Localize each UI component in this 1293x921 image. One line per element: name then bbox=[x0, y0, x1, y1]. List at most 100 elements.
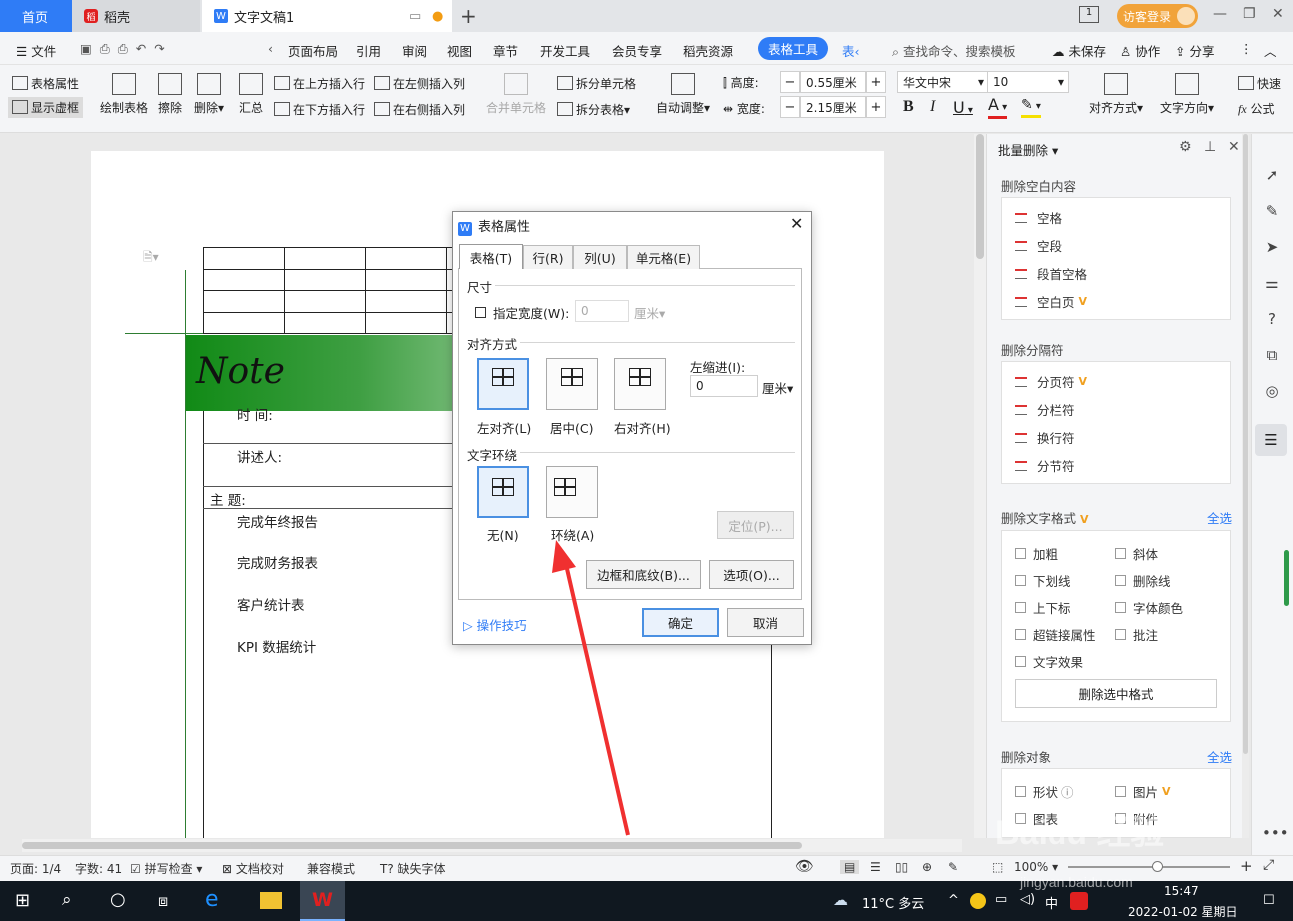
position-button[interactable]: 定位(P)... bbox=[717, 511, 794, 539]
restore-button[interactable]: ❐ bbox=[1243, 6, 1256, 22]
delete-page-break-item[interactable]: 分页符 V bbox=[1015, 372, 1087, 391]
format-script-checkbox[interactable]: 上下标 bbox=[1015, 598, 1071, 617]
dialog-close-icon[interactable]: ✕ bbox=[790, 214, 803, 233]
align-center-label[interactable]: 居中(C) bbox=[550, 418, 593, 437]
wrap-none-label[interactable]: 无(N) bbox=[487, 525, 519, 544]
delete-column-break-item[interactable]: 分栏符 bbox=[1015, 400, 1075, 419]
checkbox[interactable] bbox=[1015, 602, 1026, 613]
checkbox[interactable] bbox=[1115, 629, 1126, 640]
windows-start-icon[interactable]: ⊞ bbox=[15, 890, 30, 911]
auto-adjust-button[interactable]: 自动调整▾ bbox=[656, 73, 710, 116]
show-grid-button[interactable]: 显示虚框 bbox=[8, 97, 84, 118]
menu-review[interactable]: 审阅 bbox=[402, 41, 427, 60]
align-left-label[interactable]: 左对齐(L) bbox=[477, 418, 531, 437]
notification-icon[interactable]: ☐ bbox=[1263, 893, 1275, 908]
word-count[interactable]: 字数: 41 bbox=[75, 860, 122, 877]
panel-title-dropdown[interactable]: 批量删除 ▾ bbox=[998, 140, 1058, 159]
font-color-button[interactable]: A ▾ bbox=[988, 97, 1008, 119]
split-cells-button[interactable]: 拆分单元格 bbox=[557, 75, 636, 92]
weather-text[interactable]: 11°C 多云 bbox=[862, 893, 924, 912]
menu-references[interactable]: 引用 bbox=[356, 41, 381, 60]
network-icon[interactable]: ▭ bbox=[995, 892, 1007, 907]
task-view-icon[interactable]: ⧈ bbox=[158, 891, 168, 911]
screen-icon[interactable]: ▭ bbox=[409, 9, 421, 24]
tab-column[interactable]: 列(U) bbox=[573, 245, 627, 269]
share-button[interactable]: ⇪ 分享 bbox=[1175, 41, 1214, 60]
merge-cells-button[interactable]: 合并单元格 bbox=[486, 73, 546, 116]
align-button[interactable]: 对齐方式▾ bbox=[1089, 73, 1143, 116]
tray-app-icon[interactable] bbox=[970, 893, 986, 909]
menu-dev-tools[interactable]: 开发工具 bbox=[540, 41, 590, 60]
format-select-all[interactable]: 全选 bbox=[1207, 508, 1232, 527]
tray-expand-icon[interactable]: ^ bbox=[948, 893, 959, 908]
tips-link[interactable]: ▷ 操作技巧 bbox=[463, 615, 527, 634]
page-view-icon[interactable]: ▤ bbox=[840, 860, 860, 874]
tab-daoke[interactable]: 稻稻壳 bbox=[72, 0, 200, 32]
fit-page-icon[interactable]: ⬚ bbox=[992, 860, 1003, 874]
settings-icon[interactable]: ⚙ bbox=[1179, 139, 1192, 155]
checkbox[interactable] bbox=[1115, 575, 1126, 586]
new-tab-button[interactable]: + bbox=[460, 4, 477, 28]
delete-leading-space-item[interactable]: 段首空格 bbox=[1015, 264, 1087, 283]
zoom-in-button[interactable]: + bbox=[1240, 857, 1253, 875]
more-dots-icon[interactable]: ••• bbox=[1262, 824, 1289, 844]
tab-cell[interactable]: 单元格(E) bbox=[627, 245, 700, 269]
search-icon[interactable]: ⌕ bbox=[62, 890, 72, 910]
rocket-icon[interactable]: ➚ bbox=[1262, 166, 1282, 186]
checkbox[interactable] bbox=[1015, 786, 1026, 797]
checkbox[interactable] bbox=[1015, 629, 1026, 640]
highlight-button[interactable]: ✎ ▾ bbox=[1021, 97, 1041, 118]
clock-date[interactable]: 2022-01-02 星期日 bbox=[1128, 903, 1238, 920]
specify-width-box[interactable] bbox=[475, 307, 486, 318]
delete-empty-para-item[interactable]: 空段 bbox=[1015, 236, 1062, 255]
minimize-button[interactable]: — bbox=[1213, 6, 1227, 22]
wrap-around-option[interactable] bbox=[546, 466, 598, 518]
format-italic-checkbox[interactable]: 斜体 bbox=[1115, 544, 1158, 563]
checkbox[interactable] bbox=[1115, 602, 1126, 613]
scroll-left-icon[interactable]: ‹ bbox=[268, 41, 273, 56]
menu-member[interactable]: 会员专享 bbox=[612, 41, 662, 60]
sidebar-scroll-indicator[interactable] bbox=[1284, 550, 1289, 606]
vertical-scrollbar[interactable] bbox=[974, 134, 986, 838]
ime-indicator[interactable]: 中 bbox=[1045, 893, 1058, 912]
font-size-select[interactable]: 10 ▾ bbox=[987, 71, 1069, 93]
tab-table[interactable]: 表格(T) bbox=[459, 244, 523, 269]
zoom-slider[interactable] bbox=[1068, 866, 1230, 868]
collapse-ribbon-icon[interactable]: ︿ bbox=[1264, 41, 1277, 60]
font-select[interactable]: 华文中宋 ▾ bbox=[897, 71, 989, 93]
tab-row[interactable]: 行(R) bbox=[523, 245, 573, 269]
pen-icon[interactable]: ✎ bbox=[1262, 202, 1282, 222]
object-shape-checkbox[interactable]: 形状 ⓘ bbox=[1015, 782, 1074, 801]
reading-view-icon[interactable]: ▯▯ bbox=[895, 860, 908, 874]
missing-font-button[interactable]: T? 缺失字体 bbox=[380, 860, 446, 877]
text-direction-button[interactable]: 文字方向▾ bbox=[1160, 73, 1214, 116]
wps-taskbar-button[interactable]: W bbox=[300, 881, 345, 921]
weather-icon[interactable]: ☁ bbox=[833, 891, 848, 909]
collab-button[interactable]: ♙ 协作 bbox=[1120, 41, 1160, 60]
translate-icon[interactable]: ⧉ bbox=[1262, 346, 1282, 366]
menu-table-style[interactable]: 表‹ bbox=[842, 41, 860, 60]
panel-scroll-thumb[interactable] bbox=[1243, 134, 1248, 754]
explorer-icon[interactable] bbox=[260, 892, 282, 909]
delete-spaces-item[interactable]: 空格 bbox=[1015, 208, 1062, 227]
format-color-checkbox[interactable]: 字体颜色 bbox=[1115, 598, 1183, 617]
delete-blank-page-item[interactable]: 空白页 V bbox=[1015, 292, 1087, 311]
height-decrease-button[interactable]: − bbox=[780, 71, 800, 93]
vertical-scroll-thumb[interactable] bbox=[976, 134, 984, 259]
format-effect-checkbox[interactable]: 文字效果 bbox=[1015, 652, 1083, 671]
delete-button[interactable]: 删除▾ bbox=[194, 73, 224, 116]
horizontal-scrollbar[interactable] bbox=[22, 839, 962, 852]
panel-close-icon[interactable]: ✕ bbox=[1228, 139, 1240, 155]
align-right-label[interactable]: 右对齐(H) bbox=[614, 418, 671, 437]
insert-col-left-button[interactable]: 在左侧插入列 bbox=[374, 75, 465, 92]
paragraph-handle-icon[interactable]: 🗎▾ bbox=[143, 248, 159, 269]
zoom-level[interactable]: 100% ▾ bbox=[1014, 860, 1058, 874]
visitor-login-button[interactable]: 访客登录 bbox=[1117, 4, 1198, 28]
volume-icon[interactable]: ◁) bbox=[1020, 892, 1035, 907]
outline-view-icon[interactable]: ☰ bbox=[870, 860, 881, 874]
format-strike-checkbox[interactable]: 删除线 bbox=[1115, 571, 1171, 590]
menu-chapter[interactable]: 章节 bbox=[493, 41, 518, 60]
format-underline-checkbox[interactable]: 下划线 bbox=[1015, 571, 1071, 590]
insert-row-above-button[interactable]: 在上方插入行 bbox=[274, 75, 365, 92]
table-tools-tab[interactable]: 表格工具 bbox=[758, 37, 828, 60]
